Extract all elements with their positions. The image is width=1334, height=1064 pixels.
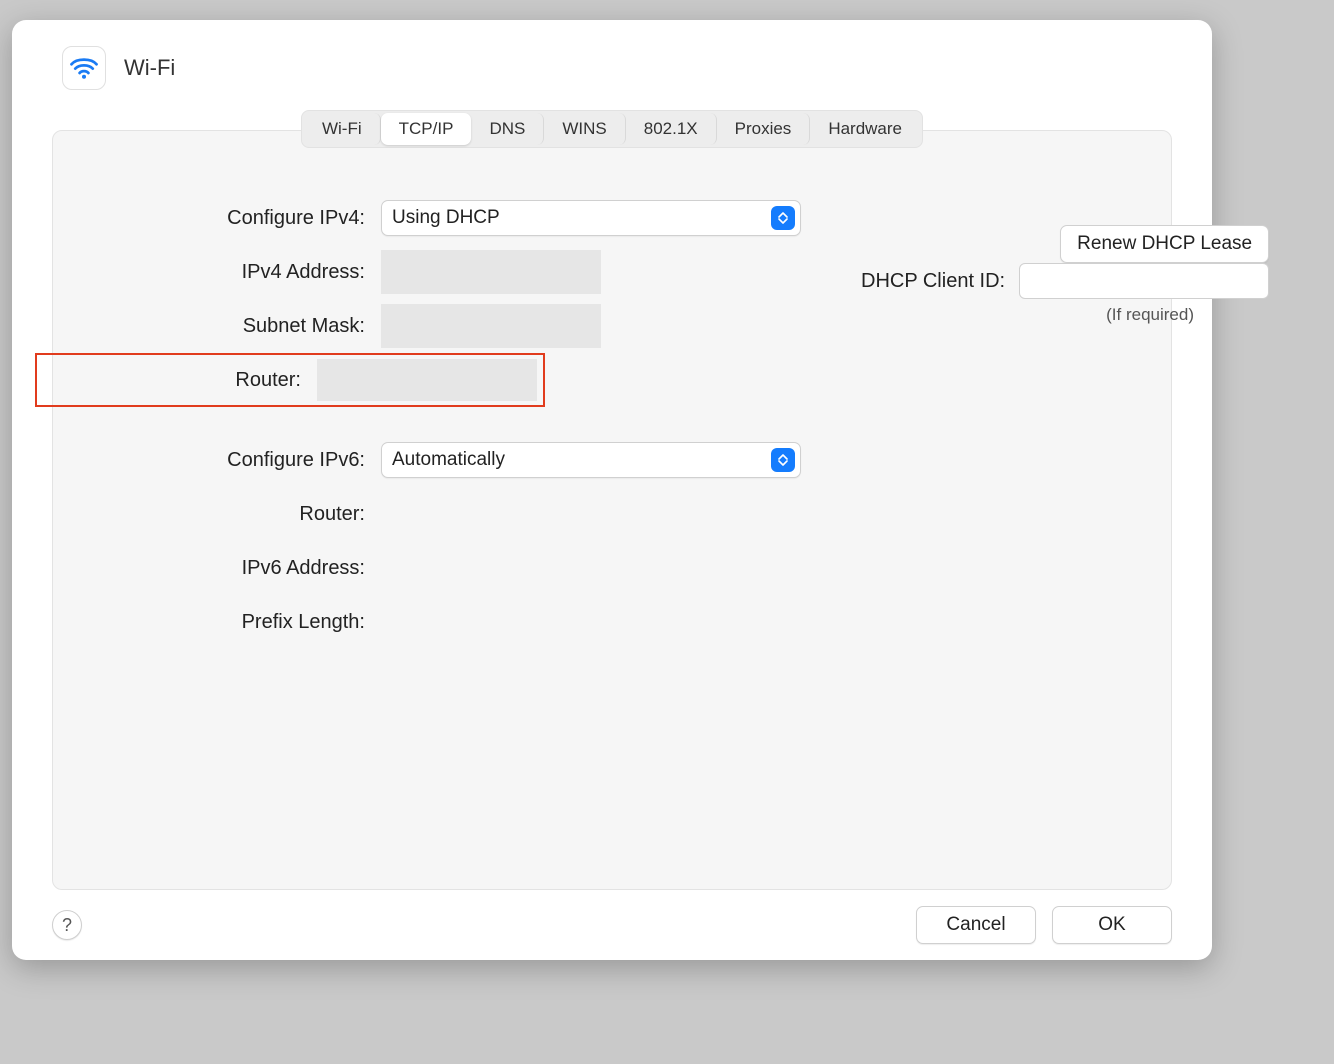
- configure-ipv6-popup[interactable]: Automatically: [381, 442, 801, 478]
- dhcp-client-id-hint: (If required): [861, 305, 1269, 325]
- router-highlight: Router:: [35, 353, 545, 407]
- prefix-length-label: Prefix Length:: [101, 611, 381, 634]
- ipv6-address-row: IPv6 Address:: [101, 541, 801, 595]
- page-title: Wi-Fi: [124, 55, 175, 81]
- ok-button[interactable]: OK: [1052, 906, 1172, 944]
- ipv4-router-value: [317, 359, 537, 401]
- footer: ? Cancel OK: [12, 890, 1212, 960]
- tab-wifi[interactable]: Wi-Fi: [304, 113, 381, 145]
- dhcp-client-id-label: DHCP Client ID:: [861, 270, 1005, 293]
- configure-ipv4-value: Using DHCP: [392, 207, 500, 229]
- subnet-mask-row: Subnet Mask:: [101, 299, 801, 353]
- ipv4-address-row: IPv4 Address:: [101, 245, 801, 299]
- configure-ipv6-row: Configure IPv6: Automatically: [101, 433, 801, 487]
- configure-ipv4-label: Configure IPv4:: [101, 207, 381, 230]
- tab-dns[interactable]: DNS: [471, 113, 544, 145]
- configure-ipv6-value: Automatically: [392, 449, 505, 471]
- subnet-mask-label: Subnet Mask:: [101, 315, 381, 338]
- chevron-up-down-icon: [771, 206, 795, 230]
- configure-ipv4-popup[interactable]: Using DHCP: [381, 200, 801, 236]
- ipv4-address-label: IPv4 Address:: [101, 261, 381, 284]
- chevron-up-down-icon: [771, 448, 795, 472]
- dhcp-client-id-input[interactable]: [1019, 263, 1269, 299]
- dhcp-client-id-row: DHCP Client ID:: [861, 263, 1269, 299]
- tab-proxies[interactable]: Proxies: [717, 113, 811, 145]
- header: Wi-Fi: [12, 20, 1212, 100]
- ipv6-router-label: Router:: [101, 503, 381, 526]
- configure-ipv4-row: Configure IPv4: Using DHCP: [101, 191, 801, 245]
- content-panel: Configure IPv4: Using DHCP IPv4 Address:: [52, 130, 1172, 890]
- subnet-mask-value: [381, 304, 601, 348]
- cancel-button[interactable]: Cancel: [916, 906, 1036, 944]
- ipv4-router-label: Router:: [37, 369, 317, 392]
- tab-tcpip[interactable]: TCP/IP: [381, 113, 472, 145]
- ipv6-address-label: IPv6 Address:: [101, 557, 381, 580]
- prefix-length-row: Prefix Length:: [101, 595, 801, 649]
- help-button[interactable]: ?: [52, 910, 82, 940]
- configure-ipv6-label: Configure IPv6:: [101, 449, 381, 472]
- tab-bar: Wi-Fi TCP/IP DNS WINS 802.1X Proxies Har…: [12, 110, 1212, 148]
- tab-hardware[interactable]: Hardware: [810, 113, 920, 145]
- wifi-icon: [62, 46, 106, 90]
- ipv6-router-row: Router:: [101, 487, 801, 541]
- tab-8021x[interactable]: 802.1X: [626, 113, 717, 145]
- tab-wins[interactable]: WINS: [544, 113, 625, 145]
- renew-dhcp-lease-button[interactable]: Renew DHCP Lease: [1060, 225, 1269, 263]
- ipv4-address-value: [381, 250, 601, 294]
- preferences-window: Wi-Fi Wi-Fi TCP/IP DNS WINS 802.1X Proxi…: [12, 20, 1212, 960]
